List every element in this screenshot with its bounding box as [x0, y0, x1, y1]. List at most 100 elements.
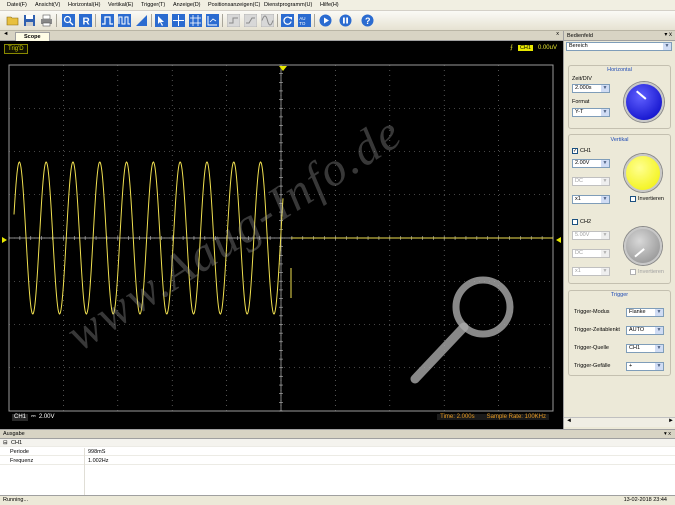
- tab-scope[interactable]: Scope: [15, 32, 50, 41]
- menu-datei[interactable]: Datei(F): [7, 2, 27, 8]
- ch1-coupling-value: DC: [575, 178, 583, 184]
- scroll-right-icon[interactable]: ►: [668, 418, 674, 424]
- help-icon[interactable]: ?: [360, 13, 374, 27]
- tab-scroll-left-icon[interactable]: ◄: [3, 31, 8, 37]
- control-panel: Bedienfeld ▾ x Bereich ▼ Horizontal Zeit…: [563, 31, 675, 429]
- timebase-knob[interactable]: [624, 82, 664, 122]
- scope-display[interactable]: Trig'D ⨍ CH1 0.00uV www.Aaug-Info.de CH1…: [0, 41, 563, 429]
- menu-trigger[interactable]: Trigger(T): [141, 2, 165, 8]
- sine-icon[interactable]: [260, 13, 274, 27]
- ch2-volts-knob[interactable]: [624, 227, 662, 265]
- ch1-volts-knob[interactable]: [624, 154, 662, 192]
- open-icon[interactable]: [5, 13, 19, 27]
- menu-hilfe[interactable]: Hilfe(H): [320, 2, 339, 8]
- autoset-icon[interactable]: AU TO: [297, 13, 311, 27]
- status-datetime: 13-02-2018 23:44: [623, 497, 667, 503]
- menu-vertikal[interactable]: Vertikal(E): [108, 2, 133, 8]
- magnify-icon[interactable]: [61, 13, 75, 27]
- trigger-info: ⨍ CH1 0.00uV: [510, 44, 557, 51]
- cross-cursor-icon[interactable]: [171, 13, 185, 27]
- print-icon[interactable]: [39, 13, 53, 27]
- menu-ansicht[interactable]: Ansicht(V): [35, 2, 60, 8]
- pulse-icon[interactable]: [100, 13, 114, 27]
- dc-coupling-icon: ⎓: [31, 414, 36, 420]
- ch2-invert-label: Invertieren: [638, 269, 664, 275]
- document-tabbar: ◄ Scope x: [0, 31, 563, 41]
- menu-positionsanzeigen[interactable]: Positionsanzeigen(C): [208, 2, 260, 8]
- slope-icon[interactable]: [134, 13, 148, 27]
- cursor-icon[interactable]: [154, 13, 168, 27]
- ch2-probe-select[interactable]: x1 ▼: [572, 267, 610, 276]
- vertikal-group: Vertikal ✓ CH1 2.00V ▼ DC ▼ x1 ▼ Inverti…: [568, 134, 671, 284]
- trigger-quelle-value: CH1: [629, 345, 641, 351]
- trigger-level-marker: [556, 237, 561, 243]
- trigger-gefaelle-select[interactable]: + ▼: [626, 362, 664, 371]
- horizontal-title: Horizontal: [607, 67, 632, 73]
- measure-icon[interactable]: [205, 13, 219, 27]
- bereich-select[interactable]: Bereich ▼: [566, 42, 672, 51]
- output-title: Ausgabe: [0, 430, 675, 439]
- chevron-down-icon: ▼: [655, 363, 663, 370]
- reset-r-icon[interactable]: R: [78, 13, 92, 27]
- ramp-icon[interactable]: [243, 13, 257, 27]
- step-icon[interactable]: [226, 13, 240, 27]
- refresh-icon[interactable]: [280, 13, 294, 27]
- output-close-icon[interactable]: x: [668, 431, 671, 437]
- trigger-modus-select[interactable]: Flanke ▼: [626, 308, 664, 317]
- zeit-div-value: 2.000s: [575, 85, 592, 91]
- trigger-gefaelle-value: +: [629, 363, 633, 369]
- trigger-channel: CH1: [517, 44, 533, 51]
- ch1-label: CH1: [580, 148, 592, 154]
- collapse-icon[interactable]: ⊟: [3, 439, 8, 447]
- svg-text:?: ?: [365, 16, 371, 26]
- ch2-coupling-value: DC: [575, 250, 583, 256]
- ch2-coupling-select[interactable]: DC ▼: [572, 249, 610, 258]
- play-icon[interactable]: [318, 13, 332, 27]
- trigger-zeit-value: AUTO: [629, 327, 645, 333]
- trigger-modus-label: Trigger-Modus: [574, 309, 610, 315]
- ch1-checkbox[interactable]: ✓: [572, 148, 578, 154]
- chevron-down-icon: ▼: [601, 250, 609, 257]
- pause-icon[interactable]: [338, 13, 352, 27]
- output-pin-icon[interactable]: ▾: [664, 431, 667, 437]
- ch2-label: CH2: [580, 219, 592, 225]
- ch1-invert-label: Invertieren: [638, 196, 664, 202]
- panel-hscrollbar[interactable]: ◄ ►: [564, 417, 675, 427]
- ch1-coupling-select[interactable]: DC ▼: [572, 177, 610, 186]
- output-controls: ▾ x: [664, 431, 671, 437]
- menu-dienstprogramm[interactable]: Dienstprogramm(U): [264, 2, 312, 8]
- ch2-invert-checkbox[interactable]: [630, 269, 636, 275]
- trigger-gefaelle-label: Trigger-Gefälle: [574, 363, 611, 369]
- ch2-checkbox[interactable]: [572, 219, 578, 225]
- trigger-zeit-label: Trigger-Zeitablenkt: [574, 327, 620, 333]
- output-label: Periode: [10, 449, 29, 455]
- ch1-ground-marker: [2, 237, 7, 243]
- time-readout: Time: 2.000s: [440, 414, 475, 420]
- vertikal-title: Vertikal: [610, 137, 629, 143]
- panel-pin-icon[interactable]: ▾: [664, 32, 667, 38]
- square-wave-icon[interactable]: [117, 13, 131, 27]
- format-value: Y-T: [575, 109, 584, 115]
- chevron-down-icon: ▼: [655, 327, 663, 334]
- ch1-invert-checkbox[interactable]: [630, 196, 636, 202]
- chevron-down-icon: ▼: [601, 232, 609, 239]
- magnifier-icon: [410, 276, 514, 384]
- menu-anzeige[interactable]: Anzeige(D): [173, 2, 201, 8]
- timebase-readout: Time: 2.000s Sample Rate: 100KHz: [437, 414, 549, 420]
- menu-horizontal[interactable]: Horizontal(H): [68, 2, 100, 8]
- tab-close-icon[interactable]: x: [556, 31, 559, 37]
- panel-close-icon[interactable]: x: [669, 32, 672, 38]
- ch2-volts-value: 5.00V: [575, 232, 590, 238]
- scroll-left-icon[interactable]: ◄: [566, 418, 572, 424]
- chevron-down-icon: ▼: [601, 160, 609, 167]
- ch2-volts-select[interactable]: 5.00V ▼: [572, 231, 610, 240]
- trigger-quelle-select[interactable]: CH1 ▼: [626, 344, 664, 353]
- trigger-zeit-select[interactable]: AUTO ▼: [626, 326, 664, 335]
- ch1-volts-select[interactable]: 2.00V ▼: [572, 159, 610, 168]
- save-icon[interactable]: [22, 13, 36, 27]
- format-select[interactable]: Y-T ▼: [572, 108, 610, 117]
- zeit-div-select[interactable]: 2.000s ▼: [572, 84, 610, 93]
- ch1-probe-select[interactable]: x1 ▼: [572, 195, 610, 204]
- status-text: Running...: [3, 497, 29, 503]
- grid-cursor-icon[interactable]: [188, 13, 202, 27]
